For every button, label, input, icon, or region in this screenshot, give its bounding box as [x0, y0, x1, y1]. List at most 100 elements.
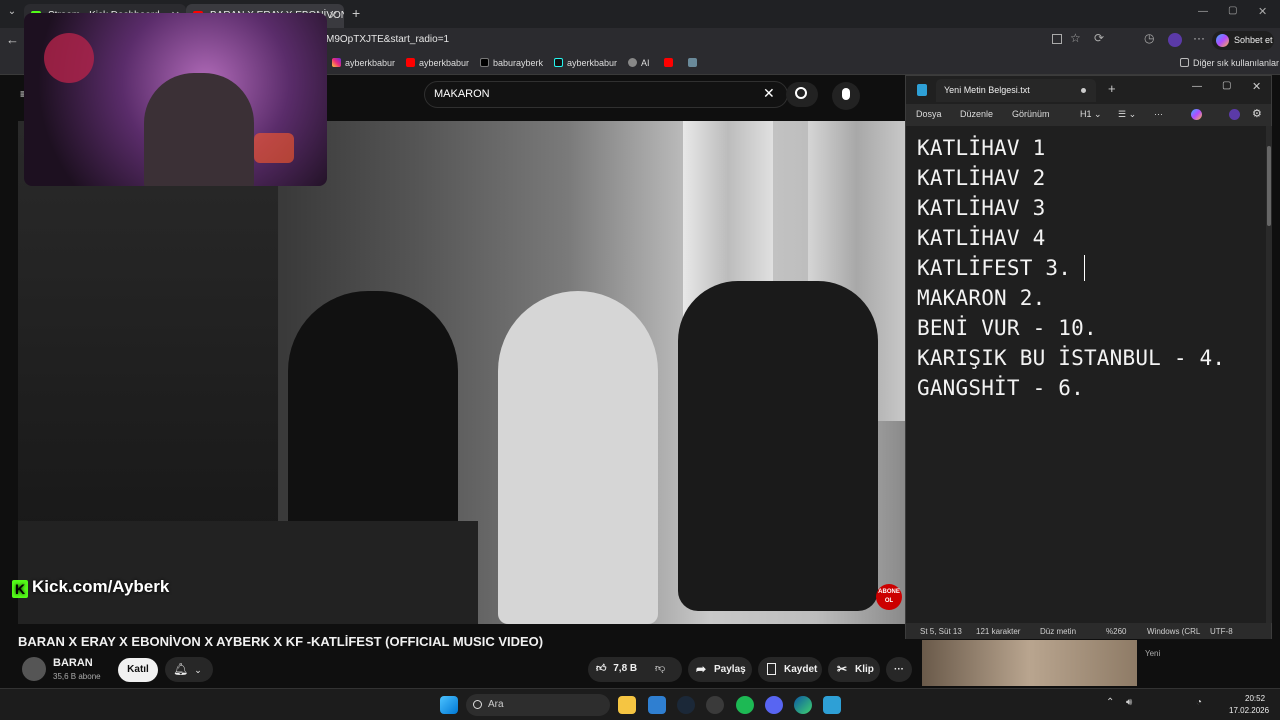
settings-gear-icon[interactable]: ⚙: [1252, 107, 1262, 120]
video-scene-desk: [18, 521, 478, 624]
wifi-icon[interactable]: ◔: [1196, 697, 1202, 708]
kick-icon: K: [12, 580, 28, 598]
video-title: BARAN X ERAY X EBONİVON X AYBERK X KF -K…: [18, 634, 544, 649]
windows-start-icon[interactable]: [440, 696, 458, 714]
taskbar-search[interactable]: Ara: [466, 694, 610, 716]
tab-list-button[interactable]: ⌄: [4, 6, 20, 22]
dislike-button[interactable]: 👎︎: [655, 662, 665, 674]
bookmark-tiktok[interactable]: ayberkbabur: [554, 58, 617, 68]
install-app-icon[interactable]: [1052, 34, 1062, 44]
share-icon: ➦: [696, 662, 707, 676]
heading-button[interactable]: H1 ⌄: [1080, 109, 1102, 120]
spotify-icon[interactable]: [736, 696, 754, 714]
notepad-minimize-button[interactable]: —: [1192, 81, 1202, 92]
photos-icon[interactable]: [648, 696, 666, 714]
scrollbar[interactable]: [1266, 126, 1272, 623]
text-line: KATLİHAV 4: [917, 226, 1046, 250]
related-video-new-badge: Yeni: [1145, 649, 1161, 658]
url-field[interactable]: M9OpTXJTE&start_radio=1: [326, 34, 449, 45]
bookmark-youtube[interactable]: ayberkbabur: [406, 58, 469, 68]
close-icon[interactable]: ✕: [329, 4, 338, 28]
bell-icon: 🔔︎: [173, 662, 189, 676]
tray-overflow-icon[interactable]: ⌃: [1106, 697, 1114, 708]
x-icon: [480, 58, 489, 67]
menu-view[interactable]: Görünüm: [1012, 109, 1050, 119]
related-video-thumbnail[interactable]: [922, 640, 1137, 686]
bookmark-instagram[interactable]: ayberkbabur: [332, 58, 395, 68]
close-window-button[interactable]: ✕: [1258, 5, 1267, 18]
search-query[interactable]: MAKARON: [434, 88, 490, 100]
video-scene-chair: [678, 281, 878, 611]
bookmark-youtube-2[interactable]: [664, 58, 677, 68]
taskbar-search-placeholder: Ara: [488, 699, 504, 710]
clear-search-icon[interactable]: ✕: [763, 85, 775, 102]
more-menu-icon[interactable]: ···: [1193, 31, 1205, 45]
subscribe-badge[interactable]: ABONE OL: [876, 584, 902, 610]
minimize-button[interactable]: —: [1198, 6, 1208, 17]
encoding[interactable]: UTF-8: [1210, 627, 1233, 636]
copilot-chat-button[interactable]: Sohbet et: [1212, 31, 1274, 50]
instagram-icon: [332, 58, 341, 67]
notepad-tab[interactable]: Yeni Metin Belgesi.txt: [936, 79, 1096, 102]
notepad-editor[interactable]: KATLİHAV 1 KATLİHAV 2 KATLİHAV 3 KATLİHA…: [906, 126, 1266, 623]
kick-url: Kick.com/Ayberk: [32, 577, 170, 596]
share-button[interactable]: ➦ Paylaş: [688, 657, 752, 682]
video-player[interactable]: ABONE OL: [18, 121, 905, 624]
app-icon[interactable]: [706, 696, 724, 714]
more-actions-button[interactable]: ···: [886, 657, 912, 682]
copilot-icon: [1216, 34, 1229, 47]
webcam-overlay: [24, 13, 327, 186]
discord-icon[interactable]: [765, 696, 783, 714]
file-explorer-icon[interactable]: [618, 696, 636, 714]
join-button[interactable]: Katıl: [118, 658, 158, 682]
bookmark-label: ayberkbabur: [345, 58, 396, 68]
notification-button[interactable]: 🔔︎ ⌄: [165, 657, 213, 682]
avatar[interactable]: [1168, 33, 1182, 47]
clip-button[interactable]: ✂ Klip: [828, 657, 880, 682]
scrollbar-thumb[interactable]: [1267, 146, 1271, 226]
bookmark-x[interactable]: baburayberk: [480, 58, 543, 68]
notepad-statusbar: St 5, Süt 13 121 karakter Düz metin %260…: [906, 623, 1271, 639]
favorite-star-icon[interactable]: ☆: [1070, 31, 1081, 45]
notepad-new-tab-button[interactable]: +: [1108, 81, 1116, 96]
clock-date[interactable]: 17.02.2026: [1229, 706, 1269, 715]
menu-file[interactable]: Dosya: [916, 109, 942, 119]
edge-icon[interactable]: [794, 696, 812, 714]
search-button[interactable]: [786, 82, 818, 107]
steam-icon[interactable]: [677, 696, 695, 714]
notepad-close-button[interactable]: ✕: [1252, 80, 1261, 93]
channel-avatar[interactable]: [22, 657, 46, 681]
copilot-icon[interactable]: [1191, 109, 1202, 120]
save-button[interactable]: Kaydet: [758, 657, 822, 682]
notepad-maximize-button[interactable]: ▢: [1222, 80, 1231, 91]
text-line: KATLİHAV 2: [917, 166, 1046, 190]
maximize-button[interactable]: ▢: [1228, 5, 1237, 16]
notepad-taskbar-icon[interactable]: [823, 696, 841, 714]
other-bookmarks[interactable]: Diğer sık kullanılanlar: [1180, 58, 1279, 68]
line-ending[interactable]: Windows (CRL: [1147, 627, 1200, 636]
avatar[interactable]: [1229, 109, 1240, 120]
bookmark-ai[interactable]: AI: [628, 58, 650, 68]
extensions-icon[interactable]: ⟳: [1094, 31, 1104, 45]
bookmark-extra[interactable]: [688, 58, 701, 68]
clip-label: Klip: [855, 664, 874, 675]
history-icon[interactable]: ◷: [1144, 31, 1154, 45]
text-line: GANGSHİT - 6.: [917, 376, 1084, 400]
menu-edit[interactable]: Düzenle: [960, 109, 993, 119]
more-options-icon[interactable]: ···: [1154, 109, 1163, 119]
search-icon: [795, 87, 807, 99]
channel-name[interactable]: BARAN: [53, 657, 93, 669]
cursor-position: St 5, Süt 13: [920, 627, 962, 636]
list-button[interactable]: ☰ ⌄: [1118, 109, 1136, 120]
share-label: Paylaş: [714, 664, 746, 675]
unsaved-dot-icon[interactable]: [1081, 88, 1086, 93]
voice-search-button[interactable]: [832, 82, 860, 110]
like-button[interactable]: 👍︎ 7,8 B: [596, 662, 637, 674]
bookmark-label: ayberkbabur: [419, 58, 470, 68]
clock-time[interactable]: 20:52: [1245, 694, 1265, 703]
zoom-level[interactable]: %260: [1106, 627, 1126, 636]
new-tab-button[interactable]: +: [352, 5, 360, 21]
volume-icon[interactable]: 🔊︎: [1126, 697, 1132, 708]
back-icon[interactable]: ←: [6, 32, 19, 47]
format-indicator[interactable]: Düz metin: [1040, 627, 1076, 636]
